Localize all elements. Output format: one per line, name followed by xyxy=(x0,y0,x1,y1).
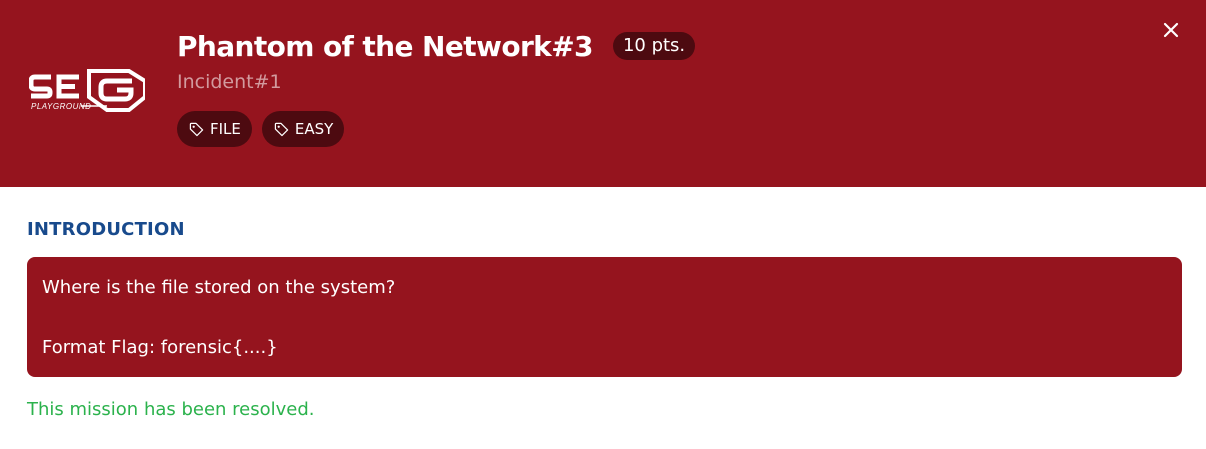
question-box: Where is the file stored on the system? … xyxy=(27,257,1182,377)
challenge-title: Phantom of the Network#3 xyxy=(177,29,594,63)
tag-file: FILE xyxy=(177,111,252,147)
tag-list: FILE EASY xyxy=(177,111,345,147)
resolved-status: This mission has been resolved. xyxy=(27,399,315,420)
title-row: Phantom of the Network#3 10 pts. xyxy=(177,26,696,66)
tag-icon xyxy=(189,122,204,136)
question-text: Where is the file stored on the system? xyxy=(42,277,396,298)
seg-playground-logo: PLAYGROUND xyxy=(29,69,145,112)
tag-icon xyxy=(274,122,289,136)
flag-format-text: Format Flag: forensic{....} xyxy=(42,337,278,358)
tag-easy: EASY xyxy=(261,111,345,147)
close-icon[interactable] xyxy=(1162,21,1180,39)
challenge-category: Incident#1 xyxy=(177,71,282,93)
tag-label: FILE xyxy=(210,120,241,138)
tag-label: EASY xyxy=(294,120,334,138)
points-badge: 10 pts. xyxy=(612,32,696,60)
section-title-introduction: INTRODUCTION xyxy=(27,219,185,240)
challenge-header: PLAYGROUND Phantom of the Network#3 10 p… xyxy=(0,0,1206,187)
challenge-modal: PLAYGROUND Phantom of the Network#3 10 p… xyxy=(0,0,1206,449)
